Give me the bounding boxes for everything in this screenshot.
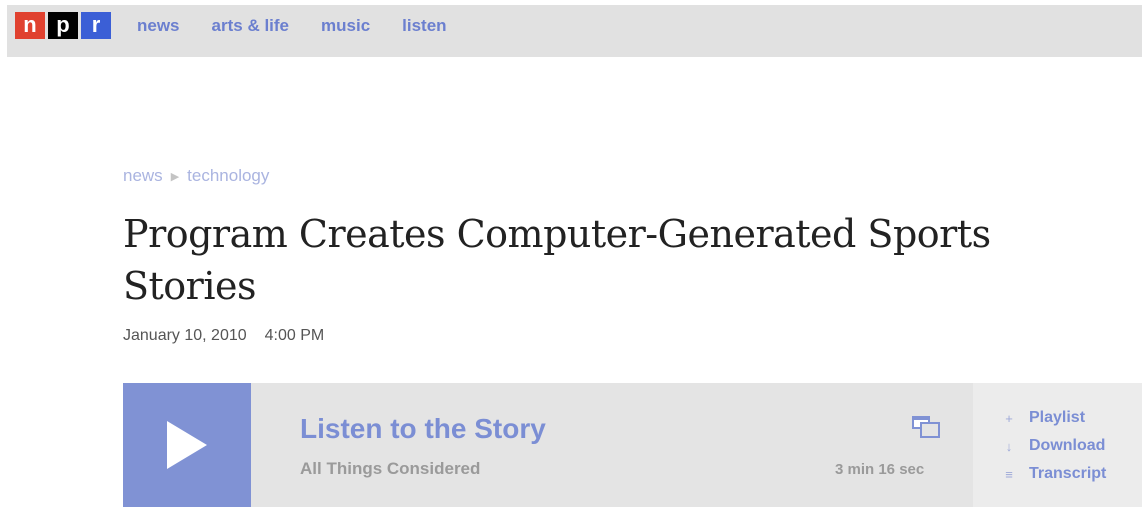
player-actions-panel: + Playlist ↓ Download ≡ Transcript [973,383,1142,507]
download-label: Download [1029,437,1106,454]
npr-logo[interactable]: n p r [15,12,111,39]
article-time: 4:00 PM [264,327,325,344]
breadcrumb-news[interactable]: news [123,166,163,186]
playlist-label: Playlist [1029,409,1086,426]
play-button[interactable] [123,383,251,507]
breadcrumb-technology[interactable]: technology [187,166,269,186]
logo-letter-n: n [15,12,45,39]
transcript-action[interactable]: ≡ Transcript [1003,465,1106,483]
breadcrumb: news ▶ technology [123,166,269,186]
logo-letter-p: p [48,12,78,39]
transcript-label: Transcript [1029,465,1107,482]
program-name: All Things Considered [300,459,481,478]
download-arrow-icon: ↓ [1005,438,1013,454]
article-date: January 10, 2010 [123,327,247,344]
article-title: Program Creates Computer-Generated Sport… [123,212,991,308]
plus-icon: + [1005,410,1013,426]
article-dateline: January 10, 2010 4:00 PM [123,327,324,345]
popout-player-button[interactable] [911,415,941,444]
listen-to-story-link[interactable]: Listen to the Story [300,412,546,446]
audio-duration: 3 min 16 sec [835,461,925,478]
logo-letter-r: r [81,12,111,39]
download-action[interactable]: ↓ Download [1003,437,1106,455]
transcript-lines-icon: ≡ [1005,466,1013,482]
playlist-action[interactable]: + Playlist [1003,409,1085,427]
breadcrumb-arrow-icon: ▶ [170,170,180,183]
nav-link-listen[interactable]: listen [402,15,446,37]
nav-link-music[interactable]: music [321,15,370,37]
audio-player: Listen to the Story All Things Considere… [123,383,1142,507]
popout-window-icon [912,416,940,438]
nav-link-news[interactable]: news [137,15,180,37]
play-icon [167,421,207,469]
nav-link-arts-life[interactable]: arts & life [212,15,289,37]
main-nav: news arts & life music listen [137,15,447,37]
top-navigation-bar: n p r news arts & life music listen [7,5,1142,57]
